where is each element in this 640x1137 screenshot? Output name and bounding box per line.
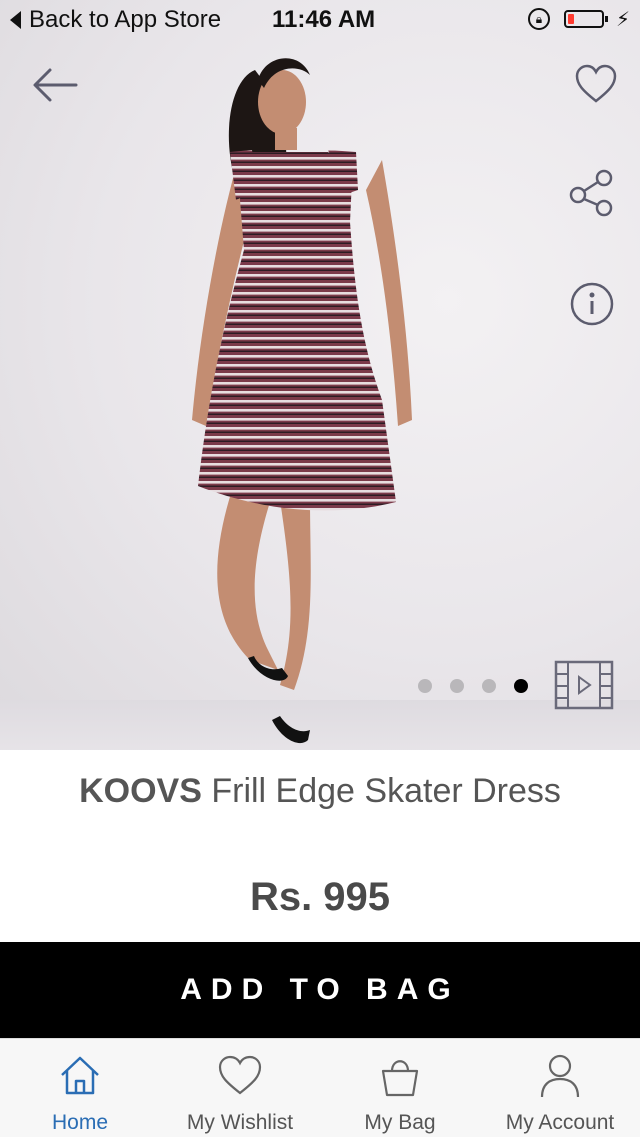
back-triangle-icon	[10, 11, 21, 29]
product-price: Rs. 995	[249, 875, 391, 919]
carousel-dot[interactable]	[514, 679, 528, 693]
tab-bag-label: My Bag	[364, 1111, 436, 1134]
product-brand: KOOVS	[79, 772, 202, 810]
carousel-dots	[418, 679, 528, 693]
carousel-dot[interactable]	[450, 679, 464, 693]
tab-wishlist[interactable]: My Wishlist	[160, 1039, 320, 1137]
back-arrow-icon[interactable]	[32, 66, 78, 109]
model-figure	[192, 58, 412, 744]
bag-icon	[381, 1060, 419, 1097]
product-info: KOOVS Frill Edge Skater Dress Rs. 995	[0, 750, 640, 942]
tab-home[interactable]: Home	[0, 1039, 160, 1137]
product-image[interactable]: Back to App Store 11:46 AM 🔒︎ ⚡︎	[0, 0, 640, 750]
info-icon[interactable]	[569, 281, 615, 332]
tab-home-label: Home	[51, 1111, 109, 1134]
heart-icon[interactable]	[574, 64, 618, 109]
battery-level	[568, 14, 575, 24]
tab-bar: Home My Wishlist My Bag My Account	[0, 1038, 640, 1137]
battery-icon	[564, 10, 608, 28]
status-time: 11:46 AM	[272, 6, 376, 33]
carousel-dot[interactable]	[418, 679, 432, 693]
person-icon	[540, 1054, 580, 1098]
product-name: Frill Edge Skater Dress	[211, 772, 561, 810]
product-title: KOOVS Frill Edge Skater Dress	[60, 770, 580, 812]
status-bar: Back to App Store 11:46 AM 🔒︎ ⚡︎	[0, 0, 640, 40]
heart-icon	[218, 1055, 262, 1095]
tab-wishlist-label: My Wishlist	[186, 1111, 294, 1134]
back-to-app-store-label: Back to App Store	[29, 6, 222, 33]
tab-account[interactable]: My Account	[480, 1039, 640, 1137]
charging-icon: ⚡︎	[616, 9, 631, 31]
tab-account-label: My Account	[505, 1111, 615, 1134]
tab-bag[interactable]: My Bag	[320, 1039, 480, 1137]
back-to-app-store-link[interactable]: Back to App Store	[10, 6, 221, 34]
share-icon[interactable]	[568, 168, 616, 223]
home-icon	[61, 1056, 99, 1095]
add-to-bag-button[interactable]: ADD TO BAG	[0, 942, 640, 1038]
video-icon[interactable]	[554, 660, 614, 715]
rotation-lock-icon: 🔒︎	[528, 8, 550, 30]
carousel-dot[interactable]	[482, 679, 496, 693]
